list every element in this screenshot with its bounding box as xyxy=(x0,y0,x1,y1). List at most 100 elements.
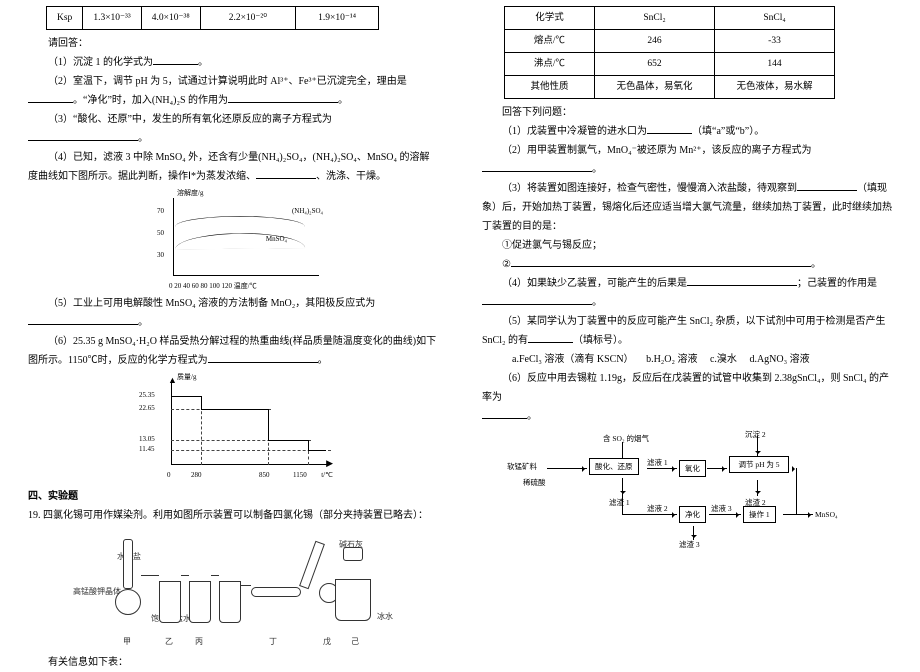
fig2-x1: 0 xyxy=(167,472,171,479)
ksp-c1: 1.3×10⁻³³ xyxy=(83,7,141,30)
fl-out: MnSO₄ xyxy=(815,508,838,522)
rt-r4b: 无色晶体，易氧化 xyxy=(595,76,715,99)
fig3-b: 乙 xyxy=(165,634,173,649)
fig3-a: 甲 xyxy=(123,634,131,649)
rq2-text: （2）用甲装置制氯气，MnO₄⁻被还原为 Mn²⁺，该反应的离子方程式为 xyxy=(502,145,812,156)
q3-text: （3）“酸化、还原”中，发生的所有氧化还原反应的离子方程式为 xyxy=(48,114,332,125)
rt-h3: SnCl₄ xyxy=(715,7,835,30)
fig1-y50: 50 xyxy=(157,230,164,237)
rq2-blank xyxy=(482,162,592,172)
q2-blank1 xyxy=(28,93,73,103)
rt-r4a: 其他性质 xyxy=(505,76,595,99)
q1-blank xyxy=(153,55,198,65)
rq1-b: （填“a”或“b”）。 xyxy=(692,126,764,137)
opt-b: b.H₂O₂ 溶液 xyxy=(646,354,697,365)
rt-r3c: 144 xyxy=(715,53,835,76)
rt-r2c: -33 xyxy=(715,30,835,53)
fig2-xlabel: t/℃ xyxy=(321,472,333,479)
rq4: （4）如果缺少乙装置，可能产生的后果是 ；己装置的作用是 xyxy=(482,274,892,293)
q19-text: 19. 四氯化锡可用作媒染剂。利用如图所示装置可以制备四氯化锡（部分夹持装置已略… xyxy=(28,506,438,525)
ksp-c2: 4.0×10⁻³⁸ xyxy=(141,7,200,30)
fig1-s1: (NH₄)₂SO₄ xyxy=(292,208,323,215)
right-head: 回答下列问题： xyxy=(482,103,892,122)
solubility-chart: 溶解度/g (NH₄)₂SO₄ MnSO₄ 70 50 30 0 20 40 6… xyxy=(143,190,323,290)
fl-f2: 滤液 2 xyxy=(647,502,668,516)
rq6: （6）反应中用去锡粒 1.19g，反应后在戊装置的试管中收集到 2.38gSnC… xyxy=(482,369,892,407)
rq4-cont: 。 xyxy=(482,293,892,312)
q1-text: （1）沉淀 1 的化学式为 xyxy=(48,57,153,68)
fig2-y1: 25.35 xyxy=(139,392,155,399)
fig1-xticks: 0 20 40 60 80 100 120 温度/℃ xyxy=(169,283,257,290)
q6-blank xyxy=(208,353,318,363)
rq3d-blank xyxy=(511,257,811,267)
rq2: （2）用甲装置制氯气，MnO₄⁻被还原为 Mn²⁺，该反应的离子方程式为。 xyxy=(482,141,892,179)
apparatus-diagram: 水和盐 高锰酸钾晶体 饱和食盐水 碱石灰 冰水 甲 乙 丙 丁 戊 己 xyxy=(73,529,393,649)
fl-n6b: 滤渣 3 xyxy=(679,538,700,552)
q2-line: （2）室温下，调节 pH 为 5，试通过计算说明此时 Al³⁺、Fe³⁺已沉淀完… xyxy=(28,72,438,110)
rq4-b: ；己装置的作用是 xyxy=(797,278,877,289)
rt-r2b: 246 xyxy=(595,30,715,53)
rq1-text: （1）戊装置中冷凝管的进水口为 xyxy=(502,126,647,137)
ksp-c3: 2.2×10⁻²⁰ xyxy=(200,7,295,30)
fl-n6: 净化 xyxy=(679,506,706,523)
rq3-a: （3）将装置如图连接好，检查气密性，慢慢滴入浓盐酸，待观察到 xyxy=(502,183,797,194)
opt-d: d.AgNO₃ 溶液 xyxy=(749,354,809,365)
q5-text: （5）工业上可用电解酸性 MnSO₄ 溶液的方法制备 MnO₂，其阳极反应式为 xyxy=(48,298,375,309)
rq6-cont: 。 xyxy=(482,407,892,426)
fl-n4: 调节 pH 为 5 xyxy=(729,456,789,473)
q2-text-b: 。“净化”时，加入(NH₄)₂S 的作用为 xyxy=(73,95,228,106)
fl-f1: 滤液 1 xyxy=(647,456,668,470)
rq6-text: （6）反应中用去锡粒 1.19g，反应后在戊装置的试管中收集到 2.38gSnC… xyxy=(482,373,889,403)
fig3-kmno4: 高锰酸钾晶体 xyxy=(73,584,121,599)
fl-gas: 含 SO₂ 的烟气 xyxy=(603,432,649,446)
fl-n5: 沉淀 2 xyxy=(745,428,766,442)
q6-line: （6）25.35 g MnSO₄·H₂O 样品受热分解过程的热重曲线(样品质量随… xyxy=(28,332,438,370)
rq3c: ①促进氯气与锡反应； xyxy=(482,236,892,255)
rt-r4c: 无色液体，易水解 xyxy=(715,76,835,99)
options-row: a.FeCl₃ 溶液（滴有 KSCN） b.H₂O₂ 溶液 c.溴水 d.AgN… xyxy=(482,350,892,369)
rq6-blank xyxy=(482,409,527,419)
fig3-d: 丁 xyxy=(269,634,277,649)
fl-n7: 操作 1 xyxy=(743,506,776,523)
fig3-c: 丙 xyxy=(195,634,203,649)
fig2-x2: 280 xyxy=(191,472,202,479)
fl-n3: 氧化 xyxy=(679,460,706,477)
q3-line: （3）“酸化、还原”中，发生的所有氧化还原反应的离子方程式为。 xyxy=(28,110,438,148)
q4-text-b: 、洗涤、干燥。 xyxy=(316,171,386,182)
rq3-blank1 xyxy=(797,181,857,191)
q5-line: （5）工业上可用电解酸性 MnSO₄ 溶液的方法制备 MnO₂，其阳极反应式为。 xyxy=(28,294,438,332)
fig1-s2: MnSO₄ xyxy=(266,236,287,243)
fig1-y30: 30 xyxy=(157,252,164,259)
flowchart: 含 SO₂ 的烟气 软锰矿料 酸化、还原 稀硫酸 滤渣 1 滤液 1 氧化 调节… xyxy=(507,432,867,542)
fig2-x3: 850 xyxy=(259,472,270,479)
fig3-ice: 冰水 xyxy=(377,609,393,624)
q5-blank xyxy=(28,315,138,325)
rq1: （1）戊装置中冷凝管的进水口为 （填“a”或“b”）。 xyxy=(482,122,892,141)
fl-n1: 酸化、还原 xyxy=(589,458,639,475)
rq4-blank2 xyxy=(482,295,592,305)
fl-f3: 滤液 3 xyxy=(711,502,732,516)
section4-title: 四、实验题 xyxy=(28,487,438,506)
rq1-blank xyxy=(647,124,692,134)
fig2-x4: 1150 xyxy=(293,472,307,479)
rq3: （3）将装置如图连接好，检查气密性，慢慢滴入浓盐酸，待观察到（填现象）后，开始加… xyxy=(482,179,892,236)
fig1-ylabel: 溶解度/g xyxy=(177,190,203,197)
fig2-y4: 11.45 xyxy=(139,446,155,453)
fl-ore: 软锰矿料 xyxy=(507,460,537,474)
fl-dilute: 稀硫酸 xyxy=(523,476,546,490)
fig2-y3: 13.05 xyxy=(139,436,155,443)
q4-line: （4）已知，滤液 3 中除 MnSO₄ 外，还含有少量(NH₄)₂SO₄，(NH… xyxy=(28,148,438,186)
q2-text-a: （2）室温下，调节 pH 为 5，试通过计算说明此时 Al³⁺、Fe³⁺已沉淀完… xyxy=(48,76,407,87)
rq4-a: （4）如果缺少乙装置，可能产生的后果是 xyxy=(502,278,687,289)
fig2-ylabel: 质量/g xyxy=(177,374,196,381)
answer-header: 请回答： xyxy=(28,34,438,53)
fig1-y70: 70 xyxy=(157,208,164,215)
rt-h2: SnCl₂ xyxy=(595,7,715,30)
rq5-b: （填标号）。 xyxy=(573,335,628,346)
rq5: （5）某同学认为丁装置中的反应可能产生 SnCl₂ 杂质，以下试剂中可用于检测是… xyxy=(482,312,892,350)
rq3d-t: ② xyxy=(502,259,511,270)
rt-h1: 化学式 xyxy=(505,7,595,30)
ksp-table: Ksp 1.3×10⁻³³ 4.0×10⁻³⁸ 2.2×10⁻²⁰ 1.9×10… xyxy=(46,6,379,30)
q3-blank xyxy=(28,131,138,141)
info-line: 有关信息如下表： xyxy=(28,653,438,672)
